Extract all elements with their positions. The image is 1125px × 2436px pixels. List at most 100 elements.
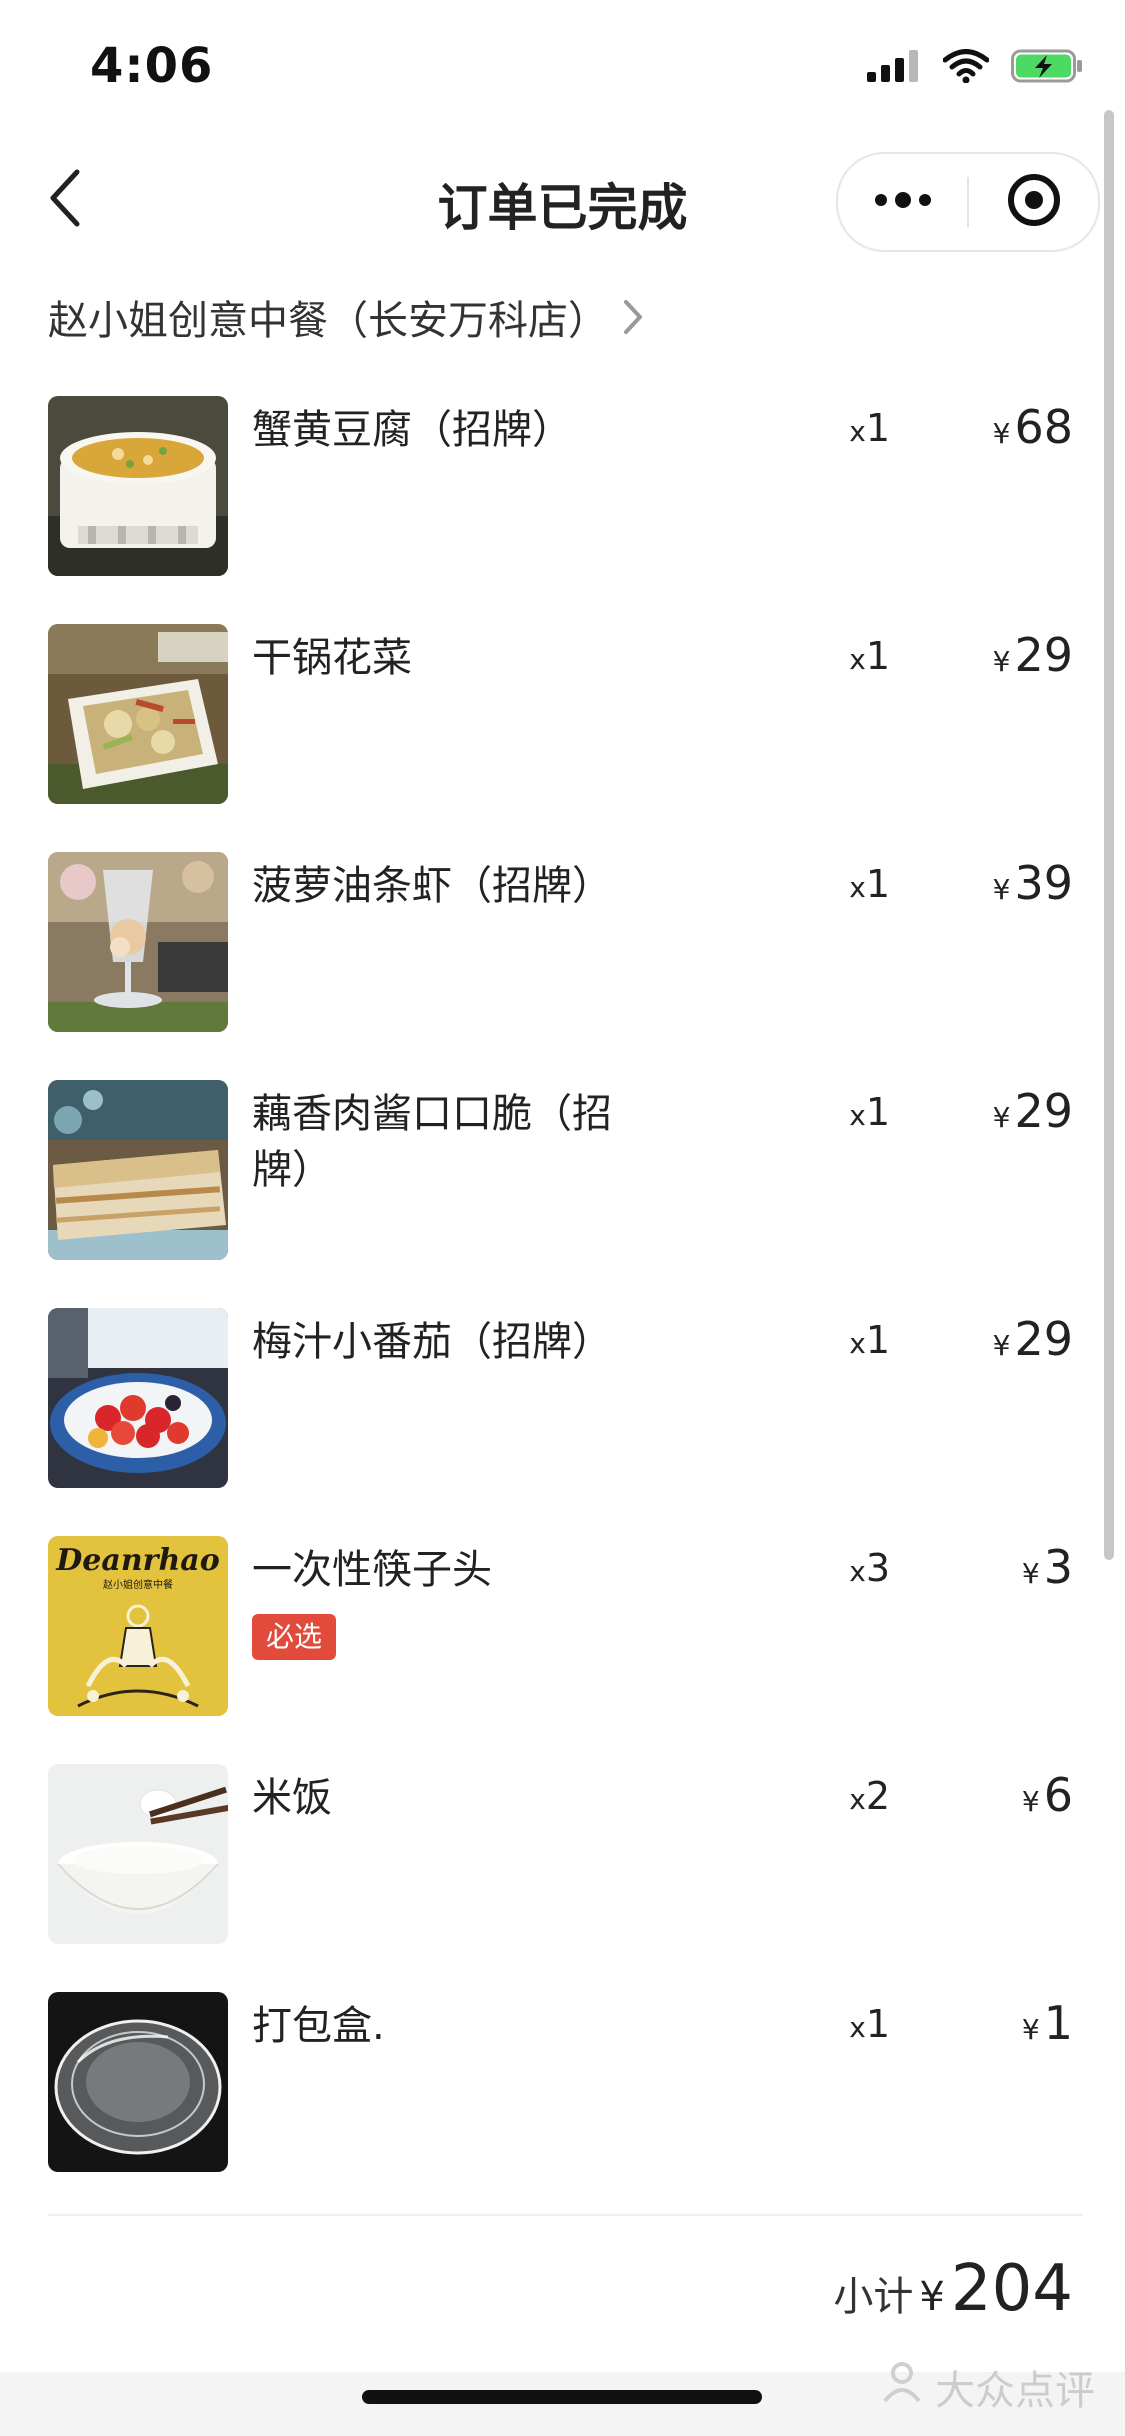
item-name: 打包盒.: [252, 2003, 385, 2049]
item-quantity: x2: [760, 1774, 890, 1818]
item-name: 干锅花菜: [252, 635, 412, 681]
item-quantity: x1: [760, 862, 890, 906]
qty-value: 1: [865, 1318, 890, 1362]
currency-symbol: ¥: [992, 417, 1011, 450]
order-item[interactable]: Deanrhao 赵小姐创意中餐 一次性筷子头 必选 x3 ¥3: [0, 1536, 1125, 1764]
qty-prefix: x: [849, 415, 866, 448]
item-name: 米饭: [252, 1775, 332, 1821]
qty-value: 1: [865, 1090, 890, 1134]
item-name: 梅汁小番茄（招牌）: [252, 1319, 612, 1365]
summary-divider: [48, 2214, 1083, 2216]
price-value: 39: [1014, 856, 1073, 910]
close-button[interactable]: [969, 154, 1098, 250]
item-price: ¥29: [993, 1084, 1073, 1138]
order-item[interactable]: 蟹黄豆腐（招牌） x1 ¥68: [0, 396, 1125, 624]
qty-value: 1: [865, 634, 890, 678]
scrollbar[interactable]: [1104, 110, 1114, 1560]
currency-symbol: ¥: [992, 1101, 1011, 1134]
plum-cherry-tomato-photo: [48, 1308, 228, 1488]
price-value: 68: [1014, 400, 1073, 454]
item-quantity: x3: [760, 1546, 890, 1590]
price-value: 6: [1043, 1768, 1073, 1822]
qty-prefix: x: [849, 1327, 866, 1360]
qty-prefix: x: [849, 1555, 866, 1588]
qty-value: 1: [865, 862, 890, 906]
dry-pot-cauliflower-photo: [48, 624, 228, 804]
qty-prefix: x: [849, 643, 866, 676]
dianping-logo-icon: [879, 2359, 925, 2415]
battery-charging-icon: [1011, 49, 1083, 87]
qty-value: 2: [865, 1774, 890, 1818]
item-quantity: x1: [760, 1090, 890, 1134]
price-value: 29: [1014, 1312, 1073, 1366]
qty-prefix: x: [849, 1099, 866, 1132]
item-price: ¥29: [993, 628, 1073, 682]
chevron-right-icon: [622, 298, 644, 336]
price-value: 29: [1014, 628, 1073, 682]
watermark-text: 大众点评: [935, 2368, 1095, 2414]
item-price: ¥68: [993, 400, 1073, 454]
logo-subtitle-text: 赵小姐创意中餐: [103, 1578, 173, 1591]
required-badge: 必选: [252, 1614, 337, 1660]
currency-symbol: ¥: [1021, 1785, 1040, 1818]
order-item-list: 蟹黄豆腐（招牌） x1 ¥68 干锅花菜 x1 ¥29 菠萝油条虾（招牌） x1…: [0, 396, 1125, 2220]
item-price: ¥3: [1022, 1540, 1073, 1594]
subtotal: 小计 ¥ 204: [833, 2252, 1073, 2326]
item-name: 藕香肉酱口口脆（招牌）: [252, 1091, 612, 1193]
order-item[interactable]: 梅汁小番茄（招牌） x1 ¥29: [0, 1308, 1125, 1536]
currency-symbol: ¥: [1021, 1557, 1040, 1590]
status-time: 4:06: [90, 38, 214, 94]
order-item[interactable]: 干锅花菜 x1 ¥29: [0, 624, 1125, 852]
item-quantity: x1: [760, 634, 890, 678]
item-price: ¥6: [1022, 1768, 1073, 1822]
mini-program-capsule: [836, 152, 1100, 252]
order-item[interactable]: 打包盒. x1 ¥1: [0, 1992, 1125, 2220]
item-quantity: x1: [760, 406, 890, 450]
close-target-icon: [1006, 172, 1062, 232]
status-bar: 4:06: [0, 0, 1125, 120]
qty-value: 1: [865, 406, 890, 450]
price-value: 1: [1043, 1996, 1073, 2050]
currency-symbol: ¥: [1021, 2013, 1040, 2046]
item-price: ¥29: [993, 1312, 1073, 1366]
qty-value: 3: [865, 1546, 890, 1590]
order-item[interactable]: 菠萝油条虾（招牌） x1 ¥39: [0, 852, 1125, 1080]
currency-symbol: ¥: [992, 645, 1011, 678]
restaurant-logo-photo: Deanrhao 赵小姐创意中餐: [48, 1536, 228, 1716]
store-name: 赵小姐创意中餐（长安万科店）: [48, 298, 608, 344]
order-item[interactable]: 藕香肉酱口口脆（招牌） x1 ¥29: [0, 1080, 1125, 1308]
more-icon: [873, 192, 933, 212]
item-price: ¥1: [1022, 1996, 1073, 2050]
price-value: 3: [1043, 1540, 1073, 1594]
item-name: 菠萝油条虾（招牌）: [252, 863, 612, 909]
currency-symbol: ¥: [992, 873, 1011, 906]
nav-header: 订单已完成: [0, 130, 1125, 270]
price-value: 29: [1014, 1084, 1073, 1138]
currency-symbol: ¥: [992, 1329, 1011, 1362]
item-name: 蟹黄豆腐（招牌）: [252, 407, 572, 453]
qty-prefix: x: [849, 2011, 866, 2044]
subtotal-currency: ¥: [919, 2274, 945, 2320]
crab-tofu-photo: [48, 396, 228, 576]
item-quantity: x1: [760, 1318, 890, 1362]
watermark: 大众点评: [879, 2358, 1095, 2416]
logo-brand-text: Deanrhao: [55, 1543, 219, 1578]
lotus-root-crisp-photo: [48, 1080, 228, 1260]
store-link[interactable]: 赵小姐创意中餐（长安万科店）: [48, 282, 644, 352]
home-indicator[interactable]: [362, 2390, 762, 2404]
pineapple-shrimp-photo: [48, 852, 228, 1032]
status-icons: [867, 48, 1083, 88]
more-button[interactable]: [838, 154, 967, 250]
item-price: ¥39: [993, 856, 1073, 910]
wifi-icon: [942, 49, 990, 87]
takeout-box-photo: [48, 1992, 228, 2172]
qty-prefix: x: [849, 871, 866, 904]
order-item[interactable]: 米饭 x2 ¥6: [0, 1764, 1125, 1992]
subtotal-value: 204: [950, 2252, 1073, 2326]
rice-bowl-photo: [48, 1764, 228, 1944]
subtotal-label: 小计: [833, 2274, 914, 2320]
item-name: 一次性筷子头: [252, 1547, 492, 1593]
signal-icon: [867, 50, 921, 86]
qty-prefix: x: [849, 1783, 866, 1816]
qty-value: 1: [865, 2002, 890, 2046]
